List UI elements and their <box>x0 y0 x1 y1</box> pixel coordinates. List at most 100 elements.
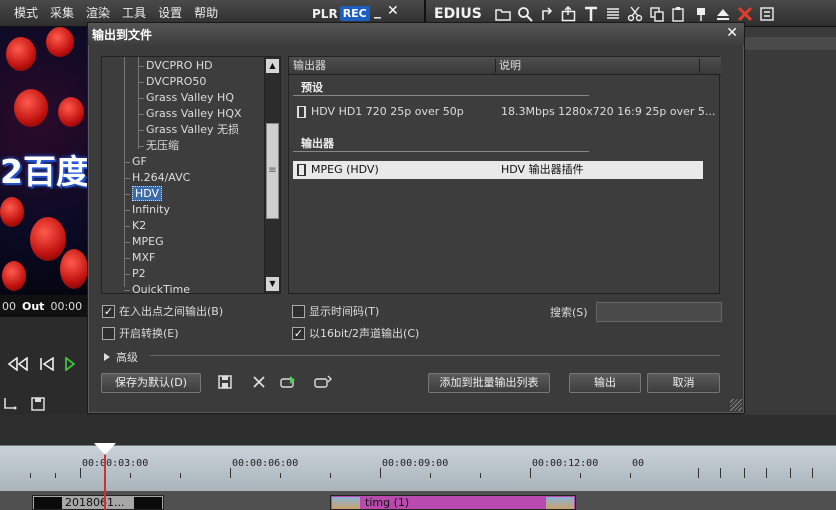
menu-mode[interactable]: 模式 <box>8 0 44 27</box>
transport-controls <box>0 352 88 380</box>
tree-item-quicktime[interactable]: QuickTime <box>132 282 190 293</box>
tree-item-gf[interactable]: GF <box>132 154 147 170</box>
plr-label: PLR <box>312 6 338 21</box>
ruler-tick <box>480 473 481 478</box>
dialog-title-bar[interactable]: 输出到文件 <box>88 23 744 45</box>
timeline-tools <box>0 396 88 416</box>
tree-item-gv-hqx[interactable]: Grass Valley HQX <box>146 106 242 122</box>
exporter-category-tree: DVCPRO HD DVCPRO50 Grass Valley HQ Grass… <box>101 56 281 294</box>
export-16bit-checkbox[interactable]: ✓ 以16bit/2声道输出(C) <box>292 325 419 341</box>
ruler-tick <box>55 473 56 478</box>
tree-guide <box>124 210 130 211</box>
plr-rec-toggle[interactable]: PLR REC <box>312 5 370 22</box>
minimize-button[interactable]: _ <box>374 3 381 19</box>
tree-item-label: GF <box>132 155 147 168</box>
enable-convert-checkbox[interactable]: 开启转换(E) <box>102 325 179 341</box>
checkbox-label: 在入出点之间输出(B) <box>119 305 224 318</box>
exporter-row[interactable]: MPEG (HDV) HDV 输出器插件 <box>293 161 703 179</box>
menu-capture[interactable]: 采集 <box>44 0 80 27</box>
tree-item-uncompressed[interactable]: 无压缩 <box>146 138 179 154</box>
tree-item-mxf[interactable]: MXF <box>132 250 155 266</box>
column-exporter[interactable]: 输出器 <box>293 57 326 75</box>
clip-name: 2018061... <box>65 496 125 509</box>
save-preset-icon[interactable] <box>216 373 234 391</box>
export-preset-icon[interactable] <box>314 373 332 391</box>
tree-item-gv-hq[interactable]: Grass Valley HQ <box>146 90 234 106</box>
rec-label: REC <box>339 6 370 21</box>
checkbox-checked[interactable]: ✓ <box>292 326 305 340</box>
delete-preset-icon[interactable] <box>250 373 268 391</box>
dialog-close-button[interactable]: ✕ <box>726 25 738 41</box>
tree-item-dvcpro-hd[interactable]: DVCPRO HD <box>146 58 213 74</box>
tree-item-gv-lossless[interactable]: Grass Valley 无损 <box>146 122 239 138</box>
timeline-ruler[interactable]: 00:00:03:00 00:00:06:00 00:00:09:00 00:0… <box>0 445 836 491</box>
advanced-toggle[interactable]: 高级 <box>104 349 138 365</box>
close-window-button[interactable]: ✕ <box>387 3 399 19</box>
lantern-decoration <box>0 197 24 227</box>
clip-thumbnail <box>34 497 62 509</box>
tree-scrollbar[interactable]: ▲ ≡ ▼ <box>264 57 280 293</box>
rewind-icon[interactable] <box>6 356 30 375</box>
import-preset-icon[interactable] <box>280 373 298 391</box>
ruler-label: 00:00:12:00 <box>532 458 599 469</box>
tree-guide <box>124 178 130 179</box>
export-button[interactable]: 输出 <box>569 373 641 393</box>
section-exporter: 输出器 <box>301 137 334 150</box>
tree-item-dvcpro50[interactable]: DVCPRO50 <box>146 74 206 90</box>
section-divider <box>293 151 589 152</box>
playhead-handle[interactable] <box>94 443 116 455</box>
tree-item-label: P2 <box>132 267 146 280</box>
ruler-label: 00:00:09:00 <box>382 458 449 469</box>
play-icon[interactable] <box>64 356 76 375</box>
tree-item-p2[interactable]: P2 <box>132 266 146 282</box>
cancel-button[interactable]: 取消 <box>647 373 720 393</box>
lantern-decoration <box>58 97 84 127</box>
ruler-tick <box>180 473 181 478</box>
out-label: Out <box>22 299 45 313</box>
scroll-up-arrow-icon[interactable]: ▲ <box>266 59 279 73</box>
lantern-decoration <box>46 27 74 57</box>
timeline-clip[interactable]: 2018061... <box>32 495 164 510</box>
tree-item-h264[interactable]: H.264/AVC <box>132 170 190 186</box>
tree-guide <box>138 57 139 149</box>
tree-item-k2[interactable]: K2 <box>132 218 146 234</box>
tree-guide <box>124 226 130 227</box>
tree-item-infinity[interactable]: Infinity <box>132 202 170 218</box>
tree-item-label: Infinity <box>132 203 170 216</box>
clip-thumbnail <box>546 497 574 509</box>
timeline-clip[interactable]: timg (1) <box>330 495 576 510</box>
scroll-down-arrow-icon[interactable]: ▼ <box>266 277 279 291</box>
preview-window: 2百度 <box>0 27 88 295</box>
in-timecode: 00 <box>2 299 16 313</box>
ruler-tick <box>766 468 767 478</box>
ruler-tick <box>812 468 813 478</box>
lantern-decoration <box>6 37 36 71</box>
lantern-decoration <box>14 89 48 127</box>
export-to-file-dialog: 输出到文件 ✕ DVCPRO HD DVCPRO50 Grass Valley … <box>87 22 745 414</box>
tree-guide <box>138 98 144 99</box>
property-icon[interactable] <box>756 3 778 25</box>
advanced-divider <box>150 355 720 356</box>
search-input[interactable] <box>596 302 722 322</box>
column-divider[interactable] <box>495 59 496 73</box>
timeline-settings-icon[interactable] <box>2 396 18 416</box>
edius-app: 模式 采集 渲染 工具 设置 帮助 PLR REC _ ✕ EDIUS 2百度 … <box>0 0 836 510</box>
resize-grip-icon[interactable] <box>730 399 742 411</box>
add-to-batch-button[interactable]: 添加到批量输出列表 <box>428 373 550 393</box>
step-back-icon[interactable] <box>38 356 56 375</box>
checkbox-unchecked[interactable] <box>102 326 115 340</box>
preview-overlay-text: 2百度 <box>0 152 88 191</box>
column-description[interactable]: 说明 <box>499 57 521 75</box>
tree-item-hdv[interactable]: HDV <box>132 186 163 202</box>
export-in-out-checkbox[interactable]: ✓ 在入出点之间输出(B) <box>102 303 223 319</box>
preset-row[interactable]: HDV HD1 720 25p over 50p 18.3Mbps 1280x7… <box>293 103 715 121</box>
ruler-tick <box>330 473 331 478</box>
checkbox-checked[interactable]: ✓ <box>102 304 115 318</box>
timeline-save-icon[interactable] <box>30 396 46 416</box>
tree-item-mpeg[interactable]: MPEG <box>132 234 164 250</box>
scroll-thumb[interactable]: ≡ <box>266 123 279 219</box>
column-divider[interactable] <box>699 59 700 73</box>
show-timecode-checkbox[interactable]: 显示时间码(T) <box>292 303 379 319</box>
checkbox-unchecked[interactable] <box>292 304 305 318</box>
save-default-button[interactable]: 保存为默认(D) <box>101 373 201 393</box>
